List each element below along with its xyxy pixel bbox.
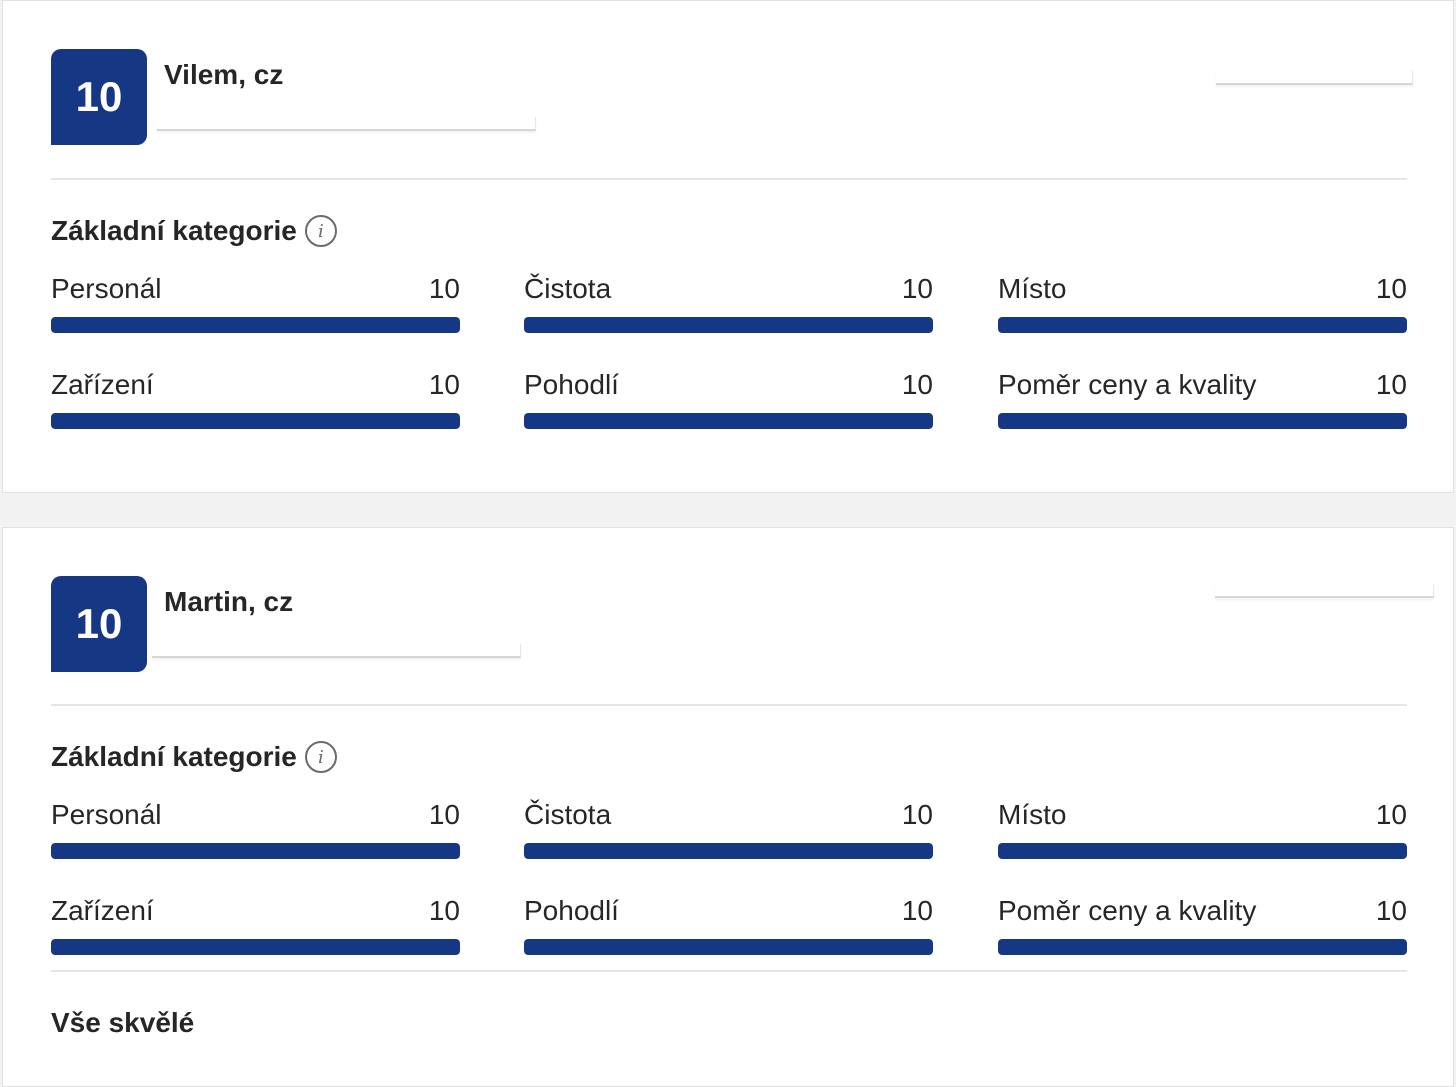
category-rating: Místo 10: [998, 795, 1407, 859]
divider: [51, 970, 1407, 972]
category-label: Poměr ceny a kvality: [998, 895, 1257, 926]
category-bar-fill: [998, 317, 1407, 333]
category-bar-fill: [524, 413, 933, 429]
category-bar: [998, 317, 1407, 333]
category-label: Čistota: [524, 799, 612, 830]
category-label: Zařízení: [51, 369, 154, 400]
category-bar-fill: [998, 843, 1407, 859]
category-score: 10: [1375, 895, 1407, 926]
category-bar: [998, 843, 1407, 859]
category-label: Pohodlí: [524, 895, 619, 926]
categories-heading: Základní kategorie i: [51, 741, 337, 773]
redacted-date: [1216, 71, 1413, 85]
reviewer-name: Martin, cz: [164, 586, 294, 617]
category-label: Čistota: [524, 273, 612, 304]
category-label: Místo: [998, 273, 1067, 304]
category-bar: [51, 939, 460, 955]
category-score: 10: [1375, 369, 1407, 400]
category-bar-fill: [998, 413, 1407, 429]
category-score: 10: [1375, 799, 1407, 830]
category-bar: [51, 843, 460, 859]
category-label: Personál: [51, 273, 162, 304]
category-score: 10: [901, 369, 933, 400]
category-bar: [998, 413, 1407, 429]
category-score: 10: [428, 799, 460, 830]
category-rating: Zařízení 10: [51, 891, 460, 955]
category-score: 10: [428, 369, 460, 400]
review-score-badge: 10: [51, 49, 147, 145]
review-score-badge: 10: [51, 576, 147, 672]
category-rating: Zařízení 10: [51, 365, 460, 429]
review-title: Vše skvělé: [51, 1007, 195, 1038]
redacted-field: [157, 117, 536, 131]
category-rating: Personál 10: [51, 795, 460, 859]
category-score: 10: [428, 895, 460, 926]
category-bar: [998, 939, 1407, 955]
category-label: Pohodlí: [524, 369, 619, 400]
category-bar-fill: [524, 843, 933, 859]
category-rating: Čistota 10: [524, 269, 933, 333]
info-icon[interactable]: i: [304, 741, 337, 773]
divider: [51, 178, 1407, 180]
category-score: 10: [428, 273, 460, 304]
category-label: Personál: [51, 799, 162, 830]
category-rating: Pohodlí 10: [524, 891, 933, 955]
category-rating: Místo 10: [998, 269, 1407, 333]
category-bar: [524, 939, 933, 955]
category-bar-fill: [524, 939, 933, 955]
redacted-field: [152, 644, 521, 658]
category-rating: Personál 10: [51, 269, 460, 333]
category-score: 10: [901, 799, 933, 830]
categories-heading-label: Základní kategorie: [51, 741, 297, 772]
divider: [51, 704, 1407, 706]
category-score: 10: [1375, 273, 1407, 304]
category-rating: Pohodlí 10: [524, 365, 933, 429]
category-bar-fill: [524, 317, 933, 333]
category-score: 10: [901, 895, 933, 926]
category-label: Místo: [998, 799, 1067, 830]
review-card: 10 Vilem, cz Základní kategorie i Person…: [2, 0, 1454, 493]
category-rating: Čistota 10: [524, 795, 933, 859]
review-card: 10 Martin, cz Základní kategorie i Perso…: [2, 527, 1454, 1087]
category-score: 10: [901, 273, 933, 304]
category-bar: [524, 843, 933, 859]
category-bar-fill: [51, 413, 460, 429]
category-label: Zařízení: [51, 895, 154, 926]
category-bar-fill: [51, 843, 460, 859]
category-rating: Poměr ceny a kvality 10: [998, 891, 1407, 955]
category-bar-fill: [51, 939, 460, 955]
reviewer-name: Vilem, cz: [164, 59, 284, 90]
categories-heading: Základní kategorie i: [51, 215, 337, 247]
category-label: Poměr ceny a kvality: [998, 369, 1257, 400]
category-bar: [524, 413, 933, 429]
redacted-date: [1215, 584, 1434, 598]
category-bar-fill: [998, 939, 1407, 955]
info-icon[interactable]: i: [304, 215, 337, 247]
category-rating: Poměr ceny a kvality 10: [998, 365, 1407, 429]
category-bar: [524, 317, 933, 333]
categories-heading-label: Základní kategorie: [51, 215, 297, 246]
category-bar-fill: [51, 317, 460, 333]
category-bar: [51, 317, 460, 333]
category-bar: [51, 413, 460, 429]
